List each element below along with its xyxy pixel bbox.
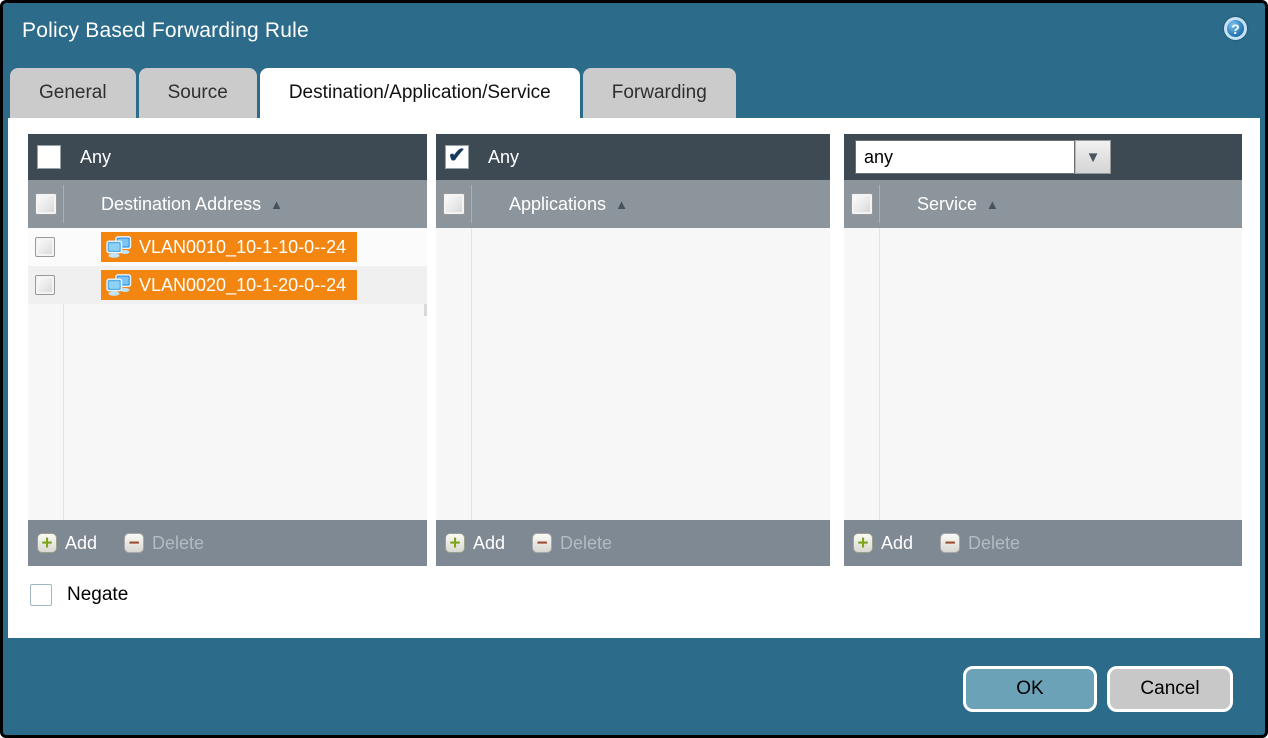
address-object-pill[interactable]: VLAN0010_10-1-10-0--24 (101, 232, 357, 262)
tab-bar: General Source Destination/Application/S… (10, 68, 736, 118)
list-divider (879, 228, 880, 520)
delete-minus-icon: − (940, 533, 960, 553)
table-row[interactable]: VLAN0010_10-1-10-0--24 (28, 228, 427, 266)
header-divider (63, 185, 64, 223)
ok-button[interactable]: OK (963, 666, 1097, 712)
destination-address-panel: Any Destination Address ▲ (28, 134, 427, 566)
applications-list (436, 228, 830, 520)
service-any-header: ▼ (844, 134, 1242, 180)
sort-arrow-icon[interactable]: ▲ (270, 197, 283, 212)
add-button-label: Add (473, 533, 505, 554)
address-object-label: VLAN0010_10-1-10-0--24 (139, 237, 346, 258)
table-row[interactable]: VLAN0020_10-1-20-0--24 (28, 266, 427, 304)
destination-any-label: Any (80, 147, 111, 168)
destination-any-checkbox[interactable] (37, 145, 61, 169)
address-object-pill[interactable]: VLAN0020_10-1-20-0--24 (101, 270, 357, 300)
service-panel: ▼ Service ▲ + Add (844, 134, 1242, 566)
tab-source[interactable]: Source (139, 68, 257, 118)
applications-toolbar: + Add − Delete (436, 520, 830, 566)
destination-any-header: Any (28, 134, 427, 180)
add-button[interactable]: + Add (853, 533, 913, 554)
address-group-icon (106, 236, 132, 258)
negate-label: Negate (67, 584, 128, 606)
negate-option: Negate (30, 584, 128, 606)
delete-button[interactable]: − Delete (532, 533, 612, 554)
add-plus-icon: + (853, 533, 873, 553)
header-divider (879, 185, 880, 223)
destination-list: VLAN0010_10-1-10-0--24 VLAN0020_10-1-20-… (28, 228, 427, 520)
delete-button[interactable]: − Delete (124, 533, 204, 554)
negate-checkbox[interactable] (30, 584, 52, 606)
add-plus-icon: + (445, 533, 465, 553)
delete-button[interactable]: − Delete (940, 533, 1020, 554)
address-group-icon (106, 274, 132, 296)
destination-header-label: Destination Address (101, 194, 261, 215)
delete-minus-icon: − (532, 533, 552, 553)
applications-column-header[interactable]: Applications ▲ (436, 180, 830, 228)
list-divider (471, 228, 472, 520)
service-toolbar: + Add − Delete (844, 520, 1242, 566)
add-button-label: Add (65, 533, 97, 554)
address-object-label: VLAN0020_10-1-20-0--24 (139, 275, 346, 296)
columns-container: Any Destination Address ▲ (28, 134, 1242, 566)
applications-any-label: Any (488, 147, 519, 168)
service-select-all-checkbox[interactable] (851, 193, 873, 215)
tab-content-panel: Any Destination Address ▲ (8, 118, 1260, 638)
add-plus-icon: + (37, 533, 57, 553)
delete-button-label: Delete (152, 533, 204, 554)
page-title: Policy Based Forwarding Rule (22, 19, 309, 43)
service-list (844, 228, 1242, 520)
applications-header-label: Applications (509, 194, 606, 215)
row-checkbox[interactable] (35, 275, 55, 295)
destination-toolbar: + Add − Delete (28, 520, 427, 566)
chevron-down-icon[interactable]: ▼ (1075, 140, 1111, 174)
header-divider (471, 185, 472, 223)
delete-button-label: Delete (560, 533, 612, 554)
destination-column-header[interactable]: Destination Address ▲ (28, 180, 427, 228)
add-button[interactable]: + Add (445, 533, 505, 554)
applications-any-checkbox[interactable] (445, 145, 469, 169)
policy-based-forwarding-dialog: Policy Based Forwarding Rule ? General S… (0, 0, 1268, 738)
applications-select-all-checkbox[interactable] (443, 193, 465, 215)
tab-general[interactable]: General (10, 68, 136, 118)
destination-select-all-checkbox[interactable] (35, 193, 57, 215)
tab-destination-application-service[interactable]: Destination/Application/Service (260, 68, 580, 118)
service-header-label: Service (917, 194, 977, 215)
applications-panel: Any Applications ▲ + Add (436, 134, 830, 566)
applications-any-header: Any (436, 134, 830, 180)
sort-arrow-icon[interactable]: ▲ (986, 197, 999, 212)
title-bar: Policy Based Forwarding Rule ? (3, 3, 1265, 65)
add-button[interactable]: + Add (37, 533, 97, 554)
help-icon[interactable]: ? (1224, 17, 1247, 40)
sort-arrow-icon[interactable]: ▲ (615, 197, 628, 212)
row-checkbox[interactable] (35, 237, 55, 257)
service-column-header[interactable]: Service ▲ (844, 180, 1242, 228)
add-button-label: Add (881, 533, 913, 554)
tab-forwarding[interactable]: Forwarding (583, 68, 736, 118)
service-dropdown: ▼ (855, 140, 1111, 174)
delete-minus-icon: − (124, 533, 144, 553)
delete-button-label: Delete (968, 533, 1020, 554)
service-dropdown-input[interactable] (855, 140, 1075, 174)
cancel-button[interactable]: Cancel (1107, 666, 1233, 712)
